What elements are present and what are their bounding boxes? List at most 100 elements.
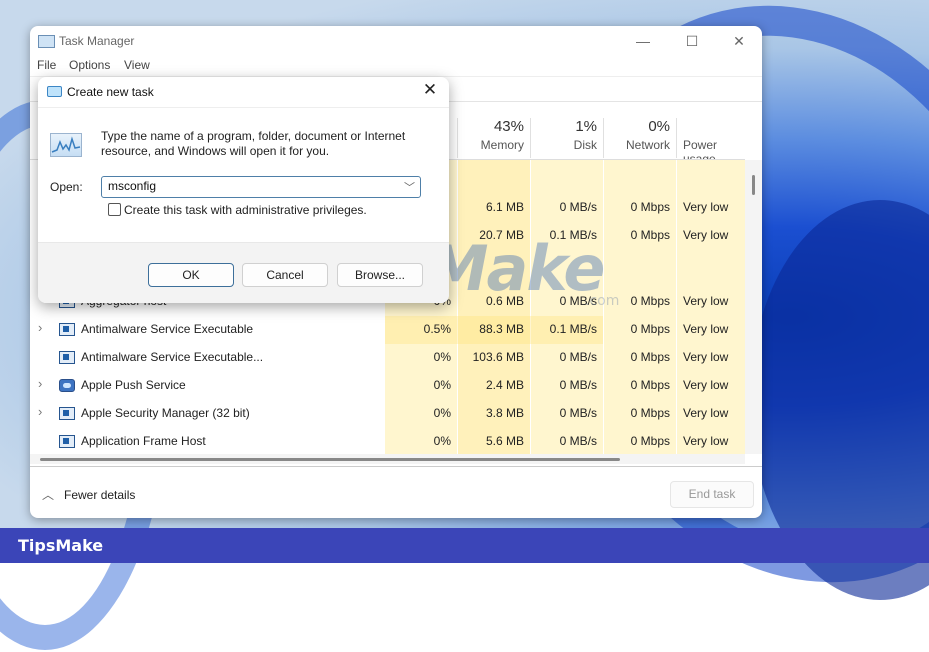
minimize-button[interactable]: — [623, 30, 663, 52]
network-value: 0 Mbps [630, 228, 670, 242]
dialog-title-bar[interactable]: Create new task ✕ [38, 77, 449, 108]
column-header-memory[interactable]: 43% Memory [458, 118, 531, 158]
expand-chevron-icon[interactable]: › [38, 320, 42, 335]
disk-value: 0 MB/s [559, 434, 597, 448]
memory-value: 3.8 MB [485, 406, 524, 420]
disk-value: 0.1 MB/s [549, 228, 597, 242]
open-input[interactable]: msconfig ﹀ [101, 176, 421, 198]
process-name: Antimalware Service Executable [81, 322, 254, 336]
disk-value: 0 MB/s [559, 378, 597, 392]
disk-label: Disk [573, 138, 597, 152]
cpu-value: 0% [433, 434, 451, 448]
cpu-value: 0.5% [423, 322, 451, 336]
chevron-down-icon[interactable]: ﹀ [404, 179, 415, 195]
network-label: Network [625, 138, 670, 152]
cpu-value: 0% [433, 378, 451, 392]
window-title: Task Manager [59, 34, 135, 48]
expand-chevron-icon[interactable]: › [38, 376, 42, 391]
power-usage-value: Very low [683, 350, 729, 364]
process-icon [59, 323, 75, 336]
run-icon [47, 86, 62, 97]
memory-value: 20.7 MB [479, 228, 524, 242]
memory-value: 5.6 MB [485, 434, 524, 448]
vertical-scrollbar[interactable] [745, 160, 762, 454]
menu-view[interactable]: View [124, 58, 150, 72]
process-icon [59, 379, 75, 392]
fewer-details-label: Fewer details [64, 488, 136, 502]
performance-graph-icon [50, 133, 82, 157]
memory-percent: 43% [493, 118, 524, 135]
power-usage-value: Very low [683, 200, 729, 214]
memory-value: 103.6 MB [472, 350, 524, 364]
process-row[interactable]: › Apple Security Manager (32 bit) 0% 3.8 MB… [30, 400, 745, 428]
disk-value: 0 MB/s [559, 200, 597, 214]
power-usage-value: Very low [683, 228, 729, 242]
network-value: 0 Mbps [630, 406, 670, 420]
network-value: 0 Mbps [630, 200, 670, 214]
column-header-disk[interactable]: 1% Disk [531, 118, 604, 158]
disk-value: 0.1 MB/s [549, 322, 597, 336]
dialog-message: Type the name of a program, folder, docu… [101, 129, 406, 158]
chevron-up-icon: ︿ [42, 488, 55, 502]
disk-percent: 1% [575, 118, 597, 135]
disk-value: 0 MB/s [559, 350, 597, 364]
cancel-button[interactable]: Cancel [242, 263, 328, 287]
process-name: Application Frame Host [81, 434, 206, 448]
disk-value: 0 MB/s [559, 406, 597, 420]
process-icon [59, 407, 75, 420]
power-usage-value: Very low [683, 406, 729, 420]
fewer-details-button[interactable]: ︿ Fewer details [42, 486, 135, 503]
close-button[interactable]: ✕ [719, 30, 759, 52]
maximize-button[interactable]: ☐ [672, 30, 712, 52]
menu-options[interactable]: Options [69, 58, 110, 72]
task-manager-icon [38, 35, 55, 48]
dialog-button-bar: OK Cancel Browse... [38, 242, 449, 303]
network-value: 0 Mbps [630, 322, 670, 336]
admin-privileges-checkbox[interactable] [108, 203, 121, 216]
process-name: Antimalware Service Executable... [81, 350, 264, 364]
network-percent: 0% [648, 118, 670, 135]
process-row[interactable]: › Antimalware Service Executable 0.5% 88.3 … [30, 316, 745, 344]
horizontal-scrollbar[interactable] [30, 454, 745, 464]
admin-privileges-label[interactable]: Create this task with administrative pri… [124, 203, 367, 217]
memory-value: 88.3 MB [479, 322, 524, 336]
footer-divider [30, 466, 762, 467]
process-row[interactable]: › Apple Push Service 0% 2.4 MB 0 MB/s 0 Mbps V… [30, 372, 745, 400]
network-value: 0 Mbps [630, 378, 670, 392]
horizontal-scroll-thumb[interactable] [40, 458, 620, 461]
expand-chevron-icon[interactable]: › [38, 404, 42, 419]
title-bar[interactable]: Task Manager — ☐ ✕ [30, 26, 762, 56]
column-header-power-usage[interactable]: Power usage [677, 118, 749, 166]
cpu-value: 0% [433, 350, 451, 364]
memory-value: 6.1 MB [485, 200, 524, 214]
process-row[interactable]: Antimalware Service Executable... 0% 103.6… [30, 344, 745, 372]
site-footer-bar: TipsMake [0, 528, 929, 563]
process-icon [59, 351, 75, 364]
create-new-task-dialog: Create new task ✕ Type the name of a pro… [38, 77, 449, 303]
vertical-scroll-thumb[interactable] [752, 175, 755, 195]
power-usage-value: Very low [683, 434, 729, 448]
dialog-close-button[interactable]: ✕ [419, 80, 441, 100]
memory-label: Memory [480, 138, 524, 152]
ok-button[interactable]: OK [148, 263, 234, 287]
process-icon [59, 435, 75, 448]
open-label: Open: [50, 180, 83, 194]
process-name: Apple Security Manager (32 bit) [81, 406, 250, 420]
memory-value: 0.6 MB [485, 294, 524, 308]
menu-file[interactable]: File [37, 58, 56, 72]
disk-value: 0 MB/s [559, 294, 597, 308]
footer-brand: TipsMake [18, 536, 104, 555]
cpu-value: 0% [433, 406, 451, 420]
power-usage-value: Very low [683, 378, 729, 392]
browse-button[interactable]: Browse... [337, 263, 423, 287]
column-header-network[interactable]: 0% Network [604, 118, 677, 158]
network-value: 0 Mbps [630, 294, 670, 308]
process-name: Apple Push Service [81, 378, 186, 392]
end-task-button[interactable]: End task [670, 481, 754, 508]
open-input-value[interactable]: msconfig [108, 179, 156, 193]
dialog-title: Create new task [67, 85, 154, 99]
power-usage-value: Very low [683, 294, 729, 308]
power-usage-value: Very low [683, 322, 729, 336]
process-row[interactable]: Application Frame Host 0% 5.6 MB 0 MB/s 0 Mb… [30, 428, 745, 456]
memory-value: 2.4 MB [485, 378, 524, 392]
